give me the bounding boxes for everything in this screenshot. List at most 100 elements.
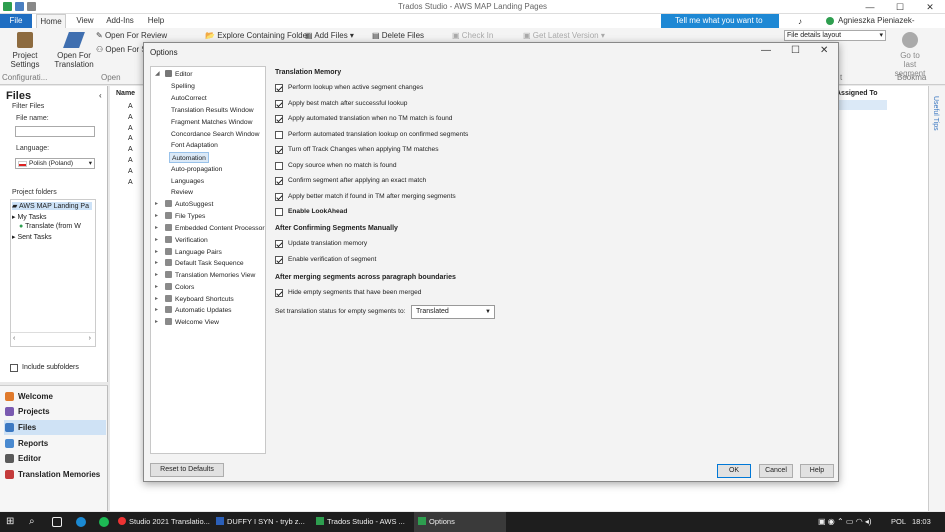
tree-font-adaptation[interactable]: Font Adaptation	[171, 140, 218, 151]
option-checkbox[interactable]: Apply best match after successful lookup	[275, 99, 407, 109]
checked-box-icon[interactable]	[275, 192, 283, 201]
checked-box-icon[interactable]	[275, 115, 283, 123]
open-for-translation-button[interactable]: Open For Translation	[52, 32, 96, 69]
help-button[interactable]: Help	[800, 464, 834, 478]
unchecked-box-icon[interactable]	[275, 208, 283, 216]
tree-keyboard-shortcuts[interactable]: ▸ Keyboard Shortcuts	[155, 294, 234, 305]
tree-verification[interactable]: ▸ Verification	[155, 235, 208, 246]
taskbar-item-word-doc[interactable]: DUFFY I SYN - tryb z...	[216, 512, 308, 532]
option-checkbox[interactable]: Confirm segment after applying an exact …	[275, 176, 426, 186]
clock[interactable]: 18:03	[912, 512, 931, 532]
tree-item-project[interactable]: ▰ AWS MAP Landing Pa	[12, 202, 92, 210]
file-name-input[interactable]	[15, 126, 95, 137]
tree-welcome-view[interactable]: ▸ Welcome View	[155, 317, 219, 328]
tree-translation-memories-view[interactable]: ▸ Translation Memories View	[155, 270, 255, 281]
option-checkbox[interactable]: Apply automated translation when no TM m…	[275, 114, 452, 124]
tree-fragment-matches-window[interactable]: Fragment Matches Window	[171, 117, 252, 128]
checked-box-icon[interactable]	[275, 240, 283, 248]
tree-item-sent-tasks[interactable]: ▸ Sent Tasks	[12, 233, 52, 241]
checked-box-icon[interactable]	[275, 255, 283, 264]
minimize-button[interactable]: —	[855, 0, 885, 14]
unchecked-box-icon[interactable]	[275, 161, 283, 170]
tab-help[interactable]: Help	[144, 14, 168, 28]
task-view-icon[interactable]	[52, 517, 62, 527]
checked-box-icon[interactable]	[275, 146, 283, 154]
tree-autocorrect[interactable]: AutoCorrect	[171, 93, 207, 104]
search-icon[interactable]: ⌕	[29, 512, 35, 532]
nav-files[interactable]: Files	[4, 420, 106, 435]
include-subfolders-checkbox[interactable]: Include subfolders	[10, 364, 79, 372]
get-latest-version-button[interactable]: ▣ Get Latest Version ▾	[523, 31, 605, 40]
go-to-last-segment-button[interactable]: Go to last segment	[893, 32, 927, 78]
windows-start-icon[interactable]: ⊞	[6, 512, 14, 532]
delete-files-button[interactable]: ▤ Delete Files	[372, 31, 424, 40]
tree-item-translate[interactable]: ● Translate (from W	[19, 223, 81, 230]
option-checkbox[interactable]: Turn off Track Changes when applying TM …	[275, 145, 439, 155]
layout-select[interactable]: File details layout ▾	[784, 30, 886, 41]
tell-me-search[interactable]: Tell me what you want to do...	[661, 14, 779, 39]
spotify-icon[interactable]	[99, 517, 109, 527]
checked-box-icon[interactable]	[275, 289, 283, 297]
tree-automatic-updates[interactable]: ▸ Automatic Updates	[155, 305, 232, 316]
tree-languages[interactable]: Languages	[171, 176, 204, 187]
maximize-button[interactable]: ☐	[885, 0, 915, 14]
nav-translation-memories[interactable]: Translation Memories	[4, 467, 106, 482]
nav-editor[interactable]: Editor	[4, 451, 106, 466]
open-for-review-button[interactable]: ✎ Open For Review	[96, 31, 167, 40]
nav-reports[interactable]: Reports	[4, 436, 106, 451]
tree-spelling[interactable]: Spelling	[171, 81, 195, 92]
tree-language-pairs[interactable]: ▸ Language Pairs	[155, 247, 222, 258]
cancel-button[interactable]: Cancel	[759, 464, 793, 478]
nav-welcome[interactable]: Welcome	[4, 389, 106, 404]
useful-tips-tab[interactable]: Useful Tips	[932, 96, 939, 131]
reset-to-defaults-button[interactable]: Reset to Defaults	[150, 463, 224, 477]
tree-colors[interactable]: ▸ Colors	[155, 282, 194, 293]
tab-file[interactable]: File	[0, 14, 32, 28]
open-for-sign-off-button[interactable]: ⚇ Open For S	[96, 45, 147, 54]
tree-review[interactable]: Review	[171, 187, 193, 198]
option-checkbox[interactable]: Apply better match if found in TM after …	[275, 192, 456, 202]
tree-item-my-tasks[interactable]: ▸ My Tasks	[12, 213, 47, 221]
tree-autosuggest[interactable]: ▸ AutoSuggest	[155, 199, 213, 210]
tree-concordance-search-window[interactable]: Concordance Search Window	[171, 129, 259, 140]
taskbar-item-options[interactable]: Options	[414, 512, 506, 532]
option-checkbox[interactable]: Enable LookAhead	[275, 207, 347, 217]
edge-icon[interactable]	[76, 517, 86, 527]
avatar[interactable]	[826, 17, 834, 25]
tab-view[interactable]: View	[74, 14, 96, 28]
option-checkbox[interactable]: Copy source when no match is found	[275, 161, 397, 171]
system-tray-icons[interactable]: ▣ ◉ ⌃ ▭ ◠ ◂)	[818, 512, 872, 532]
checked-box-icon[interactable]	[275, 99, 283, 108]
file-rows[interactable]: AAAAAAAA	[128, 102, 133, 188]
language-select[interactable]: Polish (Poland) ▾	[15, 158, 95, 169]
option-checkbox[interactable]: Perform lookup when active segment chang…	[275, 83, 423, 93]
horizontal-scrollbar[interactable]: ‹ ›	[11, 332, 95, 346]
option-checkbox[interactable]: Hide empty segments that have been merge…	[275, 288, 421, 298]
tree-embedded-content-processor[interactable]: ▸ Embedded Content Processor	[155, 223, 265, 234]
bell-icon[interactable]: ♪	[798, 17, 802, 26]
dialog-close-button[interactable]: ✕	[820, 45, 828, 56]
collapse-icon[interactable]: ‹	[99, 91, 102, 100]
nav-projects[interactable]: Projects	[4, 404, 106, 419]
tree-auto-propagation[interactable]: Auto-propagation	[171, 164, 222, 175]
tree-default-task-sequence[interactable]: ▸ Default Task Sequence	[155, 258, 244, 269]
tree-editor[interactable]: ◢ Editor	[155, 69, 192, 80]
taskbar-item-trados[interactable]: Trados Studio - AWS ...	[316, 512, 408, 532]
option-checkbox[interactable]: Update translation memory	[275, 239, 367, 249]
useful-tips-panel[interactable]: Useful Tips	[928, 86, 945, 511]
checked-box-icon[interactable]	[275, 177, 283, 185]
close-window-button[interactable]: ✕	[915, 0, 945, 14]
language-indicator[interactable]: POL	[891, 512, 906, 532]
unchecked-box-icon[interactable]	[275, 130, 283, 139]
explore-containing-folder-button[interactable]: 📂 Explore Containing Folder	[205, 31, 310, 40]
add-files-button[interactable]: ▤ Add Files ▾	[305, 31, 354, 40]
taskbar-item-studio-doc[interactable]: Studio 2021 Translatio...	[118, 512, 210, 532]
option-checkbox[interactable]: Enable verification of segment	[275, 255, 376, 265]
project-settings-button[interactable]: Project Settings	[6, 32, 44, 69]
dialog-minimize-button[interactable]: —	[761, 45, 771, 56]
tree-file-types[interactable]: ▸ File Types	[155, 211, 205, 222]
tree-translation-results-window[interactable]: Translation Results Window	[171, 105, 254, 116]
tab-add-ins[interactable]: Add-Ins	[104, 14, 136, 28]
checked-box-icon[interactable]	[275, 84, 283, 92]
check-in-button[interactable]: ▣ Check In	[452, 31, 493, 40]
